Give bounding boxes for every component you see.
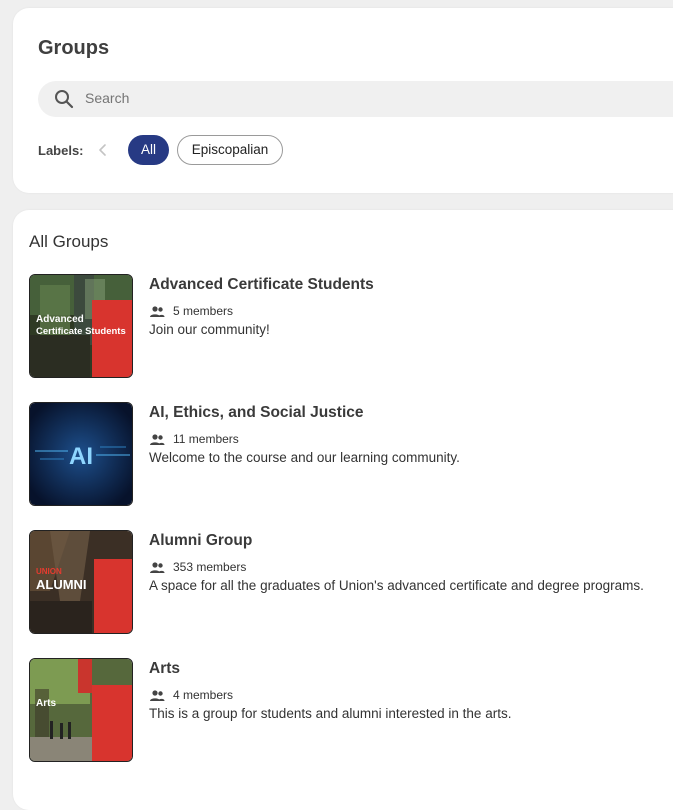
member-count-text: 11 members: [173, 432, 239, 446]
group-name[interactable]: Arts: [149, 660, 180, 678]
search-icon: [55, 90, 74, 109]
thumb-text: Arts: [36, 698, 56, 709]
group-description: This is a group for students and alumni …: [149, 706, 512, 721]
group-thumbnail: UNION ALUMNI: [29, 530, 133, 634]
group-thumbnail: Advanced Certificate Students: [29, 274, 133, 378]
groups-list-card: All Groups Advanced Certificate Students…: [13, 210, 673, 810]
label-chip-episcopalian[interactable]: Episcopalian: [177, 135, 283, 165]
thumb-text: Certificate Students: [36, 326, 126, 337]
search-input[interactable]: [85, 90, 485, 106]
group-name[interactable]: Advanced Certificate Students: [149, 276, 374, 294]
people-icon: [150, 306, 165, 317]
people-icon: [150, 562, 165, 573]
member-count-text: 4 members: [173, 688, 234, 702]
group-item[interactable]: Arts Arts 4 members This is a group for …: [29, 658, 673, 762]
group-thumbnail: AI: [29, 402, 133, 506]
group-item[interactable]: Advanced Certificate Students Advanced C…: [29, 274, 673, 378]
group-description: Join our community!: [149, 322, 270, 337]
labels-caption: Labels:: [38, 143, 84, 158]
group-description: Welcome to the course and our learning c…: [149, 450, 460, 465]
member-count-text: 353 members: [173, 560, 247, 574]
group-thumbnail: Arts: [29, 658, 133, 762]
thumb-text: ALUMNI: [36, 577, 87, 592]
group-name[interactable]: Alumni Group: [149, 532, 252, 550]
label-chip-all[interactable]: All: [128, 135, 169, 165]
search-bar[interactable]: [38, 81, 673, 117]
page-title: Groups: [38, 37, 110, 59]
thumb-text: UNION: [36, 567, 62, 576]
people-icon: [150, 690, 165, 701]
section-title: All Groups: [29, 232, 109, 251]
groups-header-card: Groups Labels: All Episcopalian: [13, 8, 673, 193]
people-icon: [150, 434, 165, 445]
group-description: A space for all the graduates of Union's…: [149, 578, 644, 593]
chevron-left-icon[interactable]: [95, 141, 111, 159]
group-name[interactable]: AI, Ethics, and Social Justice: [149, 404, 364, 422]
group-item[interactable]: UNION ALUMNI Alumni Group 353 members A …: [29, 530, 673, 634]
thumb-text: AI: [69, 443, 93, 470]
thumb-text: Advanced: [36, 314, 84, 325]
group-item[interactable]: AI AI, Ethics, and Social Justice 11 mem…: [29, 402, 673, 506]
member-count-text: 5 members: [173, 304, 234, 318]
